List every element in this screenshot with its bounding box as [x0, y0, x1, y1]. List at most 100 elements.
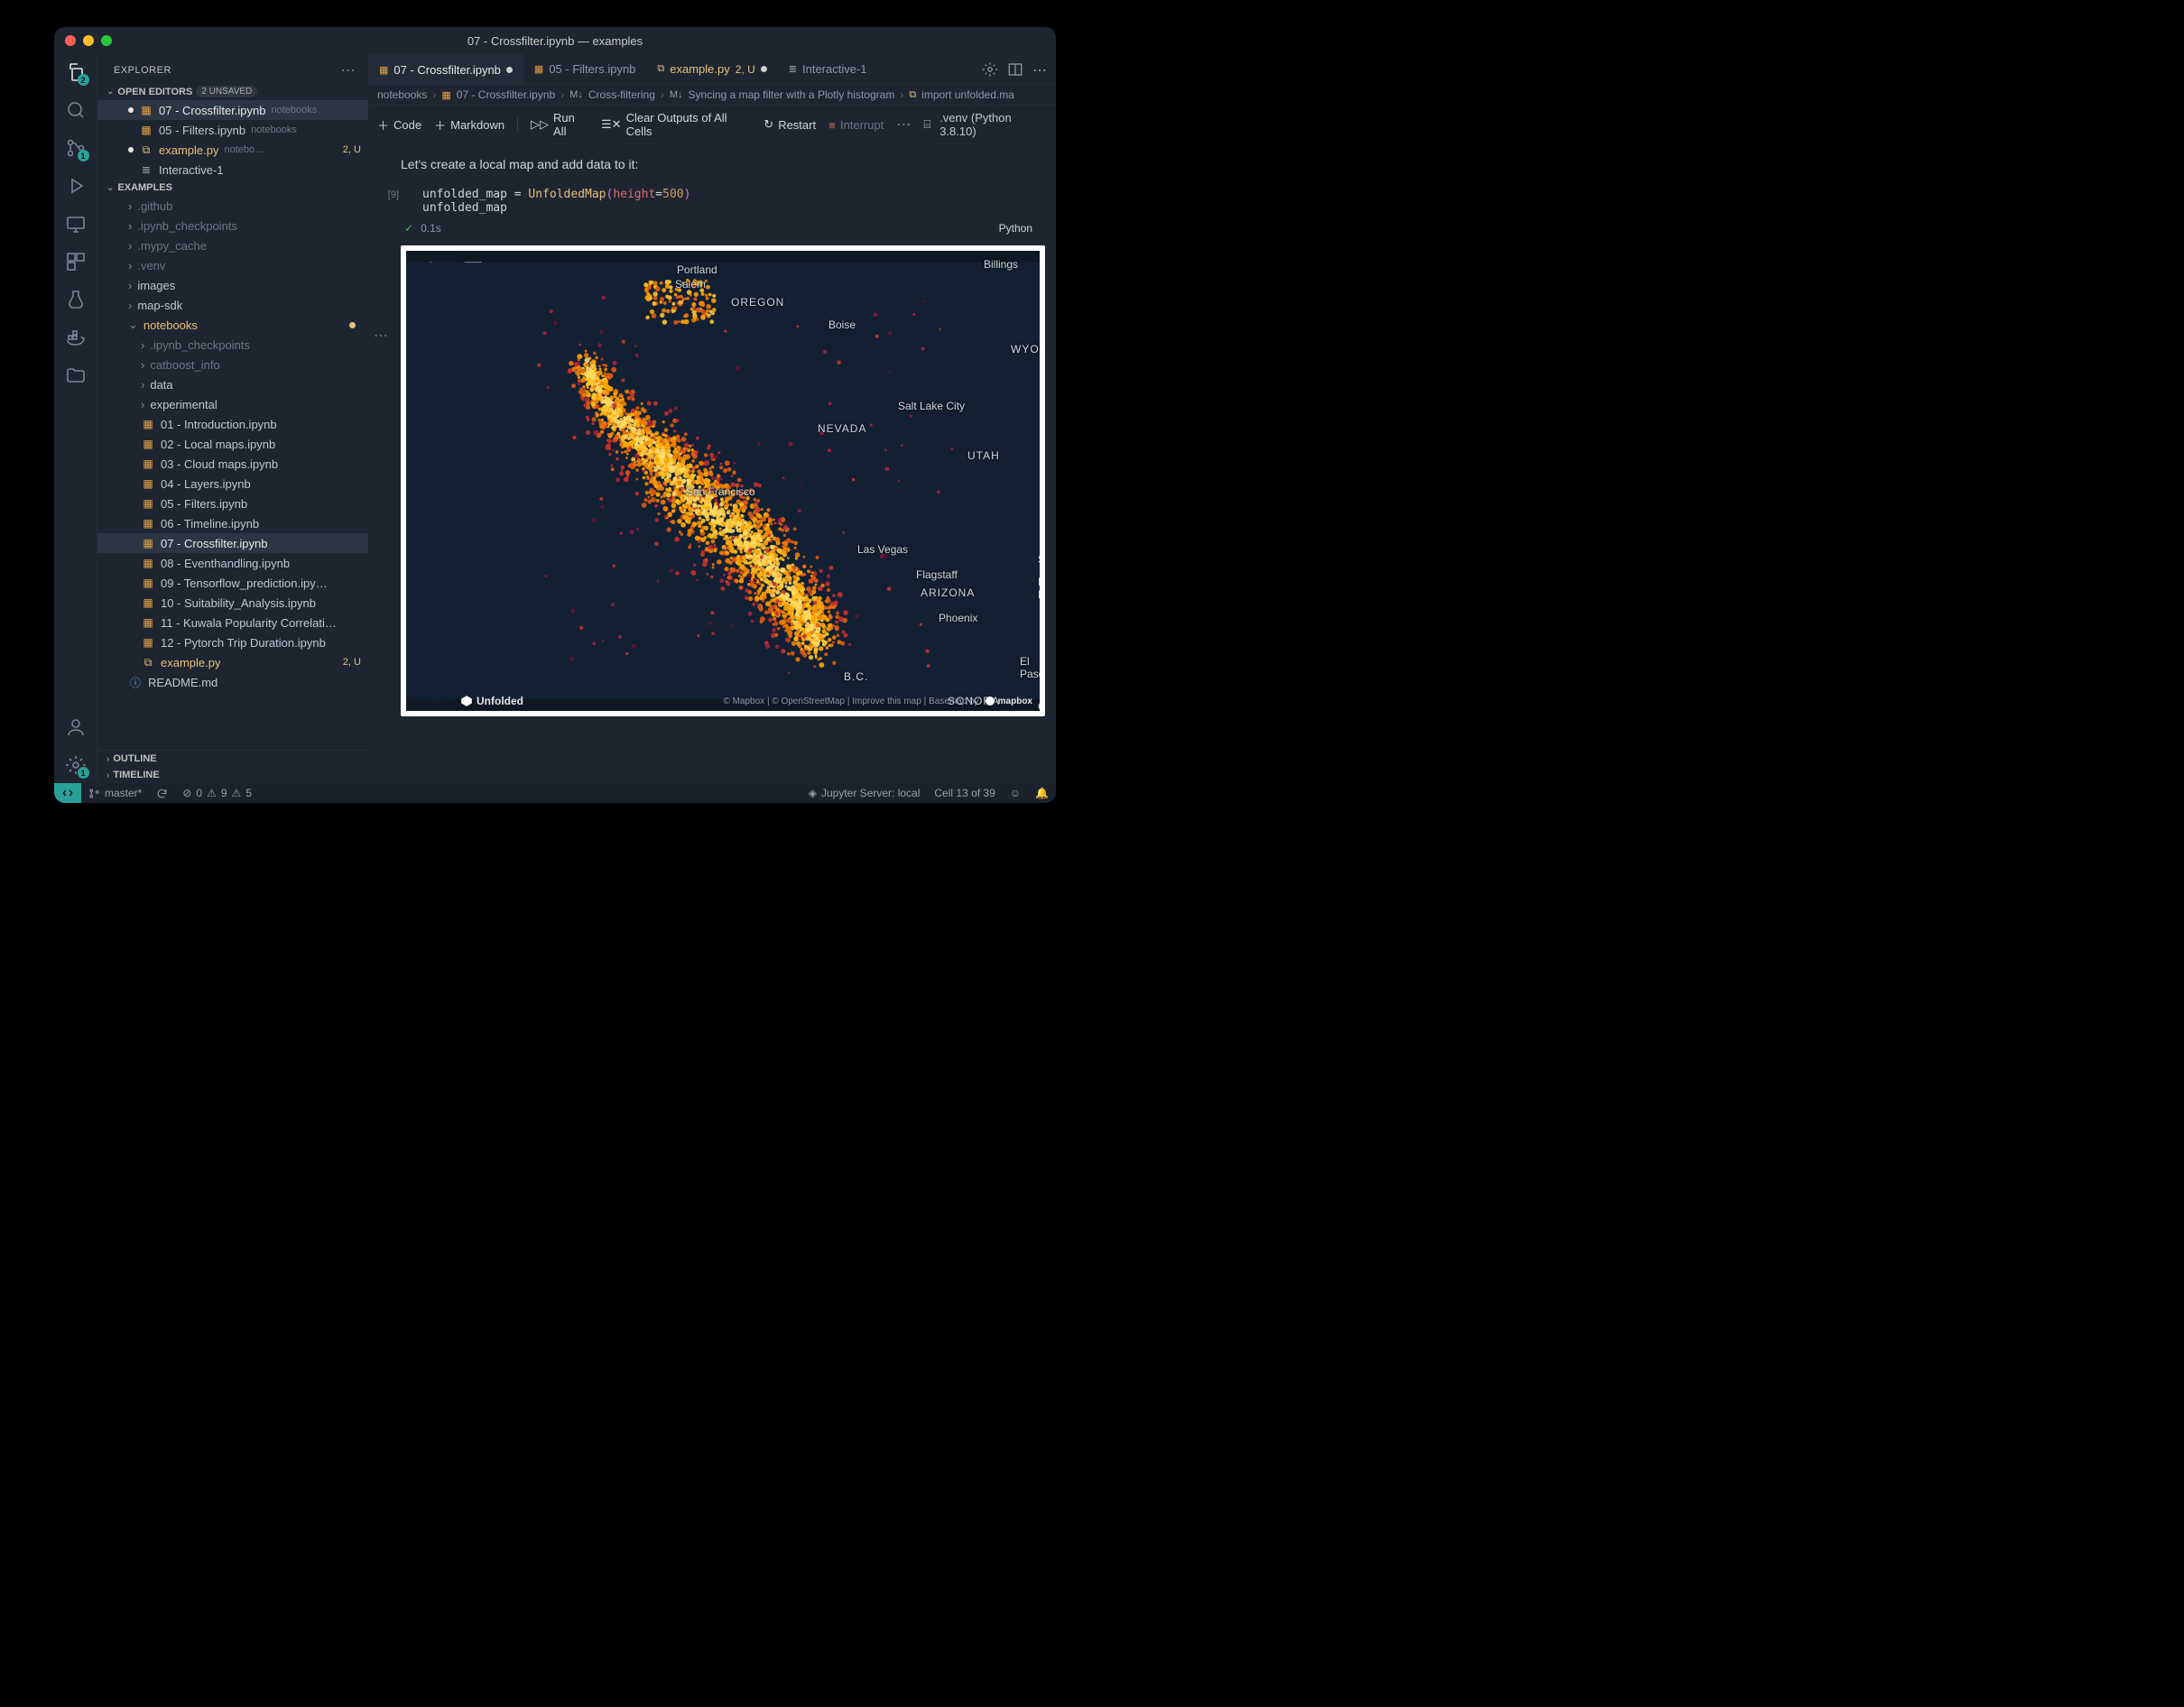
notebook-file-icon: ▦: [441, 89, 450, 101]
mapbox-logo[interactable]: mapbox: [985, 696, 1032, 706]
file-item[interactable]: ▦08 - Eventhandling.ipynb: [97, 553, 368, 573]
clear-outputs-button[interactable]: ☰✕Clear Outputs of All Cells: [601, 111, 751, 138]
open-editor-folder: notebooks: [251, 125, 297, 135]
add-markdown-button[interactable]: ＋Markdown: [434, 116, 504, 134]
search-icon[interactable]: [65, 99, 87, 121]
notebook-content[interactable]: Let's create a local map and add data to…: [368, 144, 1056, 783]
sync-button[interactable]: [149, 788, 175, 799]
cell-position[interactable]: Cell 13 of 39: [927, 787, 1002, 799]
unfolded-brand[interactable]: Unfolded: [460, 695, 523, 707]
split-editor-icon[interactable]: [1007, 61, 1023, 78]
breadcrumb-item[interactable]: notebooks: [377, 88, 427, 101]
folder-item[interactable]: ›.ipynb_checkpoints: [97, 216, 368, 235]
problems-indicator[interactable]: ⊘0 ⚠9 ⚠5: [175, 787, 259, 799]
breadcrumb-item[interactable]: 07 - Crossfilter.ipynb: [457, 88, 555, 101]
breadcrumb[interactable]: notebooks› ▦07 - Crossfilter.ipynb› M↓Cr…: [368, 85, 1056, 106]
markdown-cell[interactable]: Let's create a local map and add data to…: [368, 153, 1056, 184]
toolbar-more-icon[interactable]: ⋯: [896, 115, 911, 134]
notifications-icon[interactable]: 🔔: [1028, 787, 1056, 799]
cell-language[interactable]: Python: [999, 222, 1056, 235]
titlebar[interactable]: 07 - Crossfilter.ipynb — examples: [54, 27, 1056, 54]
restart-kernel-button[interactable]: ↻Restart: [763, 117, 816, 132]
variables-icon[interactable]: ⌸: [923, 117, 930, 132]
python-cell-icon: ⧉: [909, 89, 916, 101]
git-branch[interactable]: master*: [81, 787, 149, 799]
settings-gear-icon[interactable]: [982, 61, 998, 78]
testing-icon[interactable]: [65, 289, 87, 310]
map-attribution: Unfolded © Mapbox | © OpenStreetMap | Im…: [460, 695, 1032, 707]
breadcrumb-item[interactable]: Cross-filtering: [588, 88, 655, 101]
file-item[interactable]: ▦12 - Pytorch Trip Duration.ipynb: [97, 632, 368, 652]
tab-filters[interactable]: ▦05 - Filters.ipynb: [523, 54, 647, 84]
breadcrumb-item[interactable]: Syncing a map filter with a Plotly histo…: [689, 88, 895, 101]
folder-item[interactable]: ›.venv: [97, 255, 368, 275]
maximize-window-button[interactable]: [101, 35, 112, 46]
sidebar-more-icon[interactable]: ⋯: [341, 61, 356, 79]
folder-item[interactable]: ›experimental: [97, 394, 368, 414]
sidebar-header: EXPLORER ⋯: [97, 54, 368, 83]
file-item-example-py[interactable]: ⧉example.py2, U: [97, 652, 368, 672]
chevron-right-icon: ›: [141, 338, 144, 352]
file-item[interactable]: ▦04 - Layers.ipynb: [97, 474, 368, 494]
cell-more-icon[interactable]: ⋯: [374, 327, 388, 345]
file-item[interactable]: ▦11 - Kuwala Popularity Correlati…: [97, 613, 368, 632]
scm-badge: 1: [78, 150, 89, 161]
folder-item[interactable]: ›data: [97, 374, 368, 394]
open-editors-header[interactable]: ⌄ OPEN EDITORS 2 UNSAVED: [97, 83, 368, 100]
folder-icon[interactable]: [65, 364, 87, 386]
outline-header[interactable]: ›OUTLINE: [97, 750, 368, 767]
file-item[interactable]: ▦09 - Tensorflow_prediction.ipy…: [97, 573, 368, 593]
remote-explorer-icon[interactable]: [65, 213, 87, 235]
interrupt-button[interactable]: ■Interrupt: [828, 118, 884, 132]
explorer-icon[interactable]: 2: [65, 61, 87, 83]
tab-interactive[interactable]: ≣Interactive-1: [778, 54, 878, 84]
file-item[interactable]: ▦01 - Introduction.ipynb: [97, 414, 368, 434]
map-canvas[interactable]: [406, 251, 1040, 711]
unfolded-map[interactable]: › ⤴Share ▤Docs ✱Help ◫ ⬡: [406, 251, 1040, 711]
minimize-window-button[interactable]: [83, 35, 94, 46]
open-editor-item[interactable]: ▦ 05 - Filters.ipynb notebooks: [97, 120, 368, 140]
attribution-text[interactable]: © Mapbox | © OpenStreetMap | Improve thi…: [723, 697, 978, 706]
manage-icon[interactable]: 1: [65, 754, 87, 776]
accounts-icon[interactable]: [65, 716, 87, 738]
tab-example-py[interactable]: ⧉example.py2, U: [646, 54, 777, 84]
extensions-icon[interactable]: [65, 251, 87, 272]
run-all-button[interactable]: ▷▷Run All: [531, 111, 588, 138]
file-item-readme[interactable]: ⓘREADME.md: [97, 672, 368, 692]
source-control-icon[interactable]: 1: [65, 137, 87, 159]
close-window-button[interactable]: [65, 35, 76, 46]
open-editor-item[interactable]: ▦ 07 - Crossfilter.ipynb notebooks: [97, 100, 368, 120]
remote-indicator[interactable]: [54, 783, 81, 803]
open-editor-item[interactable]: ⧉ example.py notebo… 2, U: [97, 140, 368, 160]
tab-crossfilter[interactable]: ▦07 - Crossfilter.ipynb: [368, 54, 523, 84]
workspace-root-header[interactable]: ⌄ EXAMPLES: [97, 180, 368, 196]
file-item[interactable]: ▦05 - Filters.ipynb: [97, 494, 368, 513]
code-cell[interactable]: ⋯ [9] unfolded_map = UnfoldedMap(height=…: [368, 184, 1056, 716]
kernel-picker[interactable]: .venv (Python 3.8.10): [939, 111, 1047, 138]
breadcrumb-item[interactable]: import unfolded.ma: [921, 88, 1014, 101]
chevron-right-icon: ›: [106, 770, 109, 780]
jupyter-server-status[interactable]: ◈Jupyter Server: local: [801, 787, 928, 799]
file-tree: ›.github ›.ipynb_checkpoints ›.mypy_cach…: [97, 196, 368, 750]
folder-item[interactable]: ›catboost_info: [97, 355, 368, 374]
folder-item[interactable]: ›map-sdk: [97, 295, 368, 315]
add-code-button[interactable]: ＋Code: [377, 116, 421, 134]
folder-item[interactable]: ›.mypy_cache: [97, 235, 368, 255]
file-item[interactable]: ▦02 - Local maps.ipynb: [97, 434, 368, 454]
open-editor-item[interactable]: ≣ Interactive-1: [97, 160, 368, 180]
folder-item[interactable]: ›.github: [97, 196, 368, 216]
timeline-header[interactable]: ›TIMELINE: [97, 767, 368, 783]
file-item[interactable]: ▦06 - Timeline.ipynb: [97, 513, 368, 533]
folder-item[interactable]: ›.ipynb_checkpoints: [97, 335, 368, 355]
run-debug-icon[interactable]: [65, 175, 87, 197]
file-item[interactable]: ▦07 - Crossfilter.ipynb: [97, 533, 368, 553]
code-editor[interactable]: unfolded_map = UnfoldedMap(height=500) u…: [401, 184, 1056, 220]
folder-item-notebooks[interactable]: ⌄notebooks: [97, 315, 368, 335]
open-editor-name: Interactive-1: [159, 163, 224, 177]
more-actions-icon[interactable]: ⋯: [1032, 61, 1049, 78]
feedback-icon[interactable]: ☺: [1003, 787, 1028, 799]
docker-icon[interactable]: [65, 327, 87, 348]
file-item[interactable]: ▦03 - Cloud maps.ipynb: [97, 454, 368, 474]
folder-item[interactable]: ›images: [97, 275, 368, 295]
file-item[interactable]: ▦10 - Suitability_Analysis.ipynb: [97, 593, 368, 613]
